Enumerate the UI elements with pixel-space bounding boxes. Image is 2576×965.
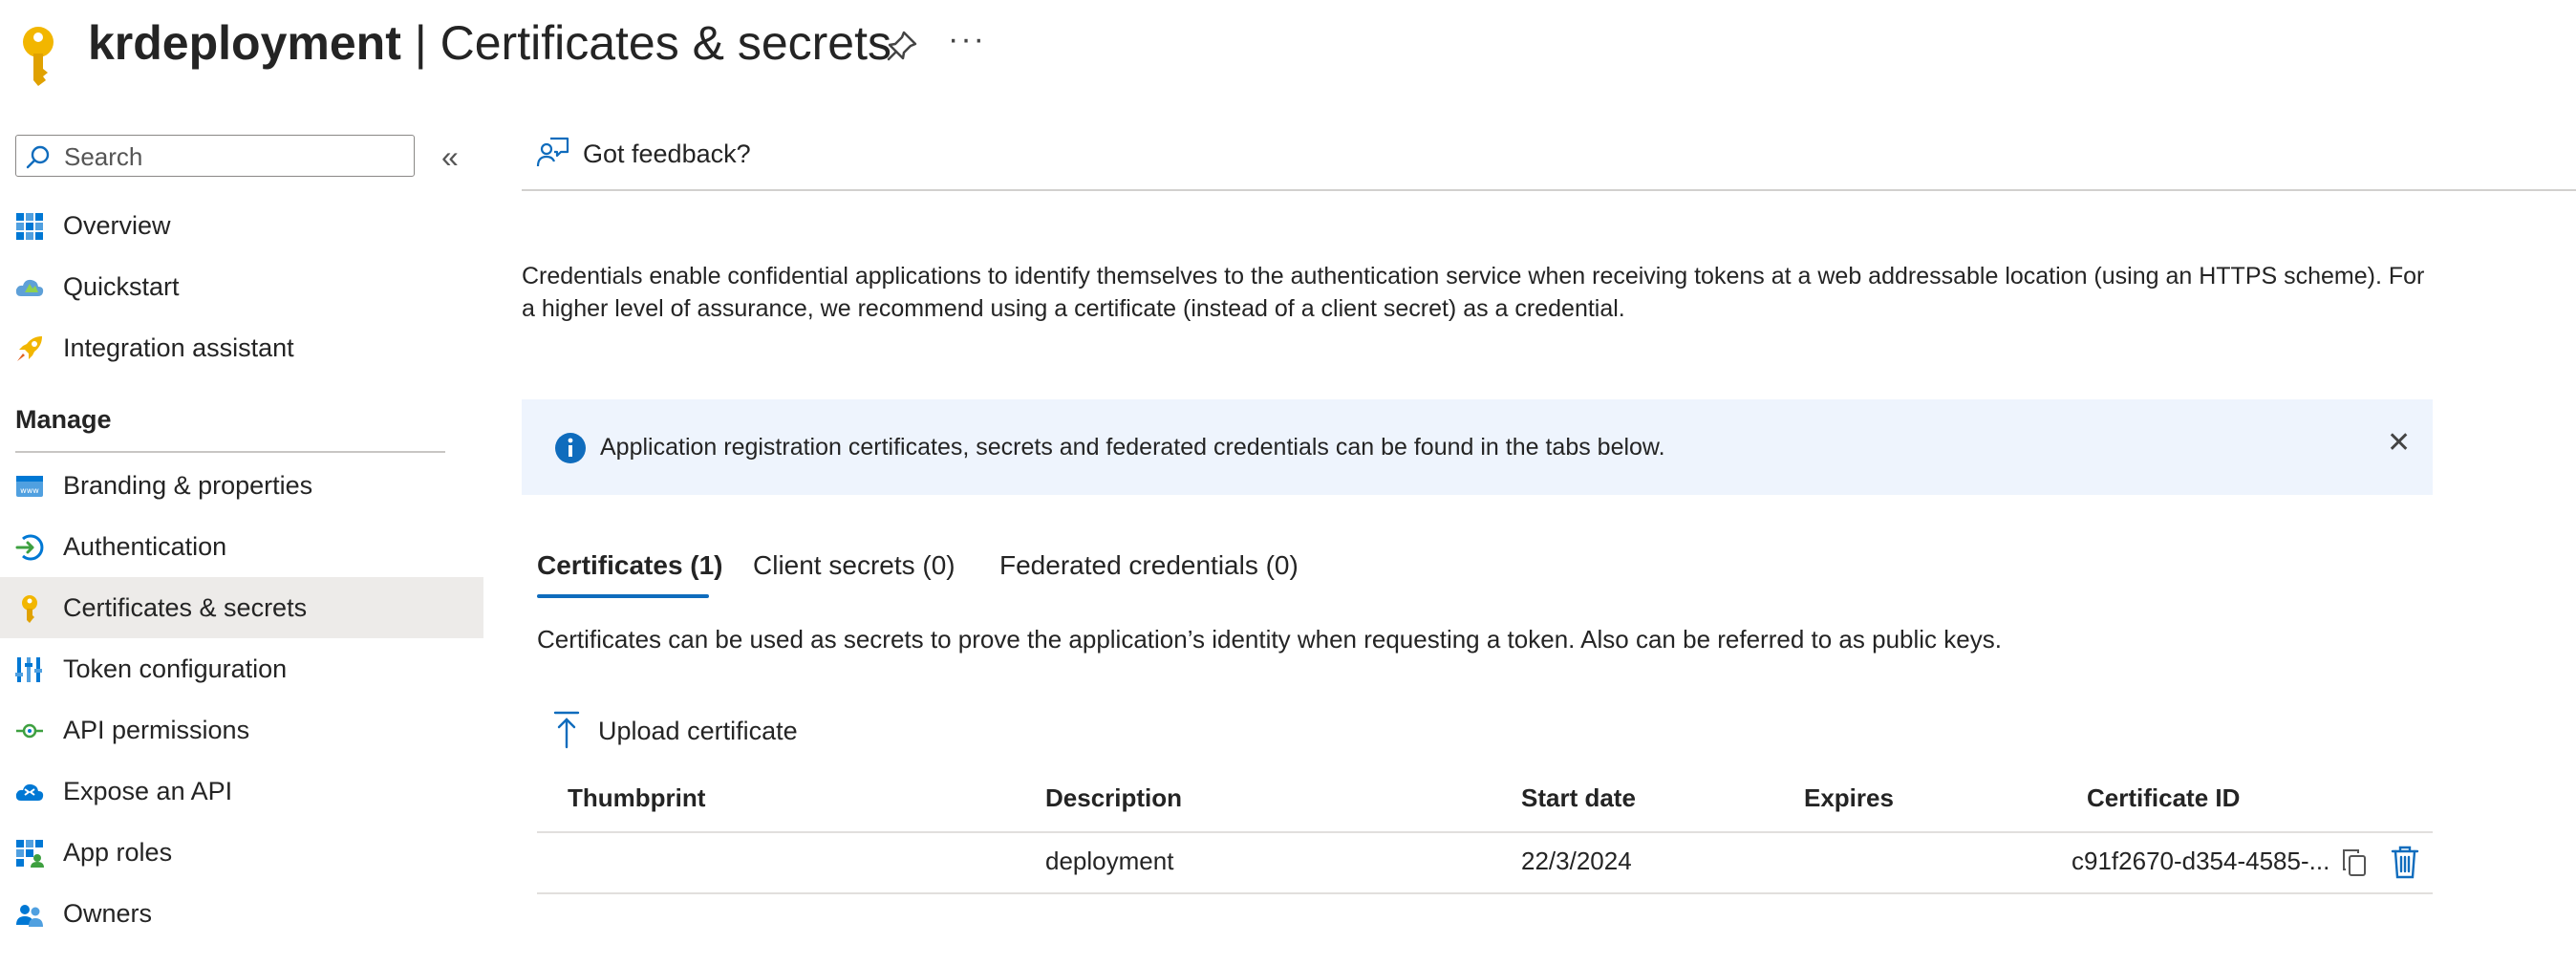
sidebar-item-integration-assistant[interactable]: Integration assistant xyxy=(0,317,483,378)
column-header-description[interactable]: Description xyxy=(1045,783,1182,813)
sidebar-item-quickstart[interactable]: Quickstart xyxy=(0,256,483,317)
search-box[interactable] xyxy=(15,135,415,177)
overview-grid-icon xyxy=(15,212,44,241)
active-tab-indicator xyxy=(537,594,709,598)
sidebar-item-label: Owners xyxy=(63,899,153,928)
svg-text:www: www xyxy=(20,486,39,495)
sidebar-item-owners[interactable]: Owners xyxy=(0,883,483,944)
column-header-thumbprint[interactable]: Thumbprint xyxy=(568,783,705,813)
cell-certificate-id: c91f2670-d354-4585-... xyxy=(2072,847,2330,875)
certificates-description: Certificates can be used as secrets to p… xyxy=(537,625,2002,654)
column-header-certificate-id[interactable]: Certificate ID xyxy=(2087,783,2240,813)
credentials-description: Credentials enable confidential applicat… xyxy=(522,263,2425,322)
page-title: krdeployment | Certificates & secrets xyxy=(88,13,891,73)
title-separator: | xyxy=(400,16,440,70)
got-feedback-button[interactable]: Got feedback? xyxy=(583,139,751,169)
sidebar-item-branding-properties[interactable]: www Branding & properties xyxy=(0,455,483,516)
column-header-start-date[interactable]: Start date xyxy=(1521,783,1636,813)
close-icon[interactable]: ✕ xyxy=(2387,426,2411,460)
sidebar-item-app-roles[interactable]: App roles xyxy=(0,822,483,883)
delete-icon[interactable] xyxy=(2391,845,2419,879)
owners-icon xyxy=(15,900,44,929)
cloud-icon xyxy=(15,273,44,302)
table-row-divider xyxy=(537,892,2433,894)
info-banner-text: Application registration certificates, s… xyxy=(600,434,1665,461)
info-icon xyxy=(554,432,587,464)
app-roles-icon xyxy=(15,839,44,868)
divider xyxy=(522,189,2576,191)
api-permissions-icon xyxy=(15,717,44,745)
cell-description: deployment xyxy=(1045,847,1174,875)
tab-client-secrets[interactable]: Client secrets (0) xyxy=(753,548,955,583)
search-icon xyxy=(26,144,51,169)
sidebar-item-label: Quickstart xyxy=(63,272,180,301)
cell-start-date: 22/3/2024 xyxy=(1521,847,1632,875)
sidebar-item-label: Overview xyxy=(63,211,171,240)
sidebar-item-label: Expose an API xyxy=(63,777,233,805)
token-bars-icon xyxy=(15,655,44,684)
search-input[interactable] xyxy=(62,139,410,174)
column-header-expires[interactable]: Expires xyxy=(1804,783,1894,813)
copy-icon[interactable] xyxy=(2341,848,2368,877)
sidebar-item-label: Token configuration xyxy=(63,654,288,683)
sidebar-item-api-permissions[interactable]: API permissions xyxy=(0,699,483,761)
tab-federated-credentials[interactable]: Federated credentials (0) xyxy=(999,548,1299,583)
sidebar-item-label: Certificates & secrets xyxy=(63,593,308,622)
page-title-text: Certificates & secrets xyxy=(440,16,892,70)
manage-section-label: Manage xyxy=(15,405,112,434)
rocket-icon xyxy=(15,334,44,363)
sidebar-item-label: Branding & properties xyxy=(63,471,313,500)
upload-icon[interactable] xyxy=(552,711,581,749)
divider xyxy=(15,451,445,453)
upload-certificate-button[interactable]: Upload certificate xyxy=(598,717,798,746)
sidebar-item-label: API permissions xyxy=(63,716,250,744)
branding-icon: www xyxy=(15,472,44,501)
info-banner: Application registration certificates, s… xyxy=(522,399,2433,495)
sidebar-item-certificates-secrets[interactable]: Certificates & secrets xyxy=(0,577,483,638)
sidebar-item-overview[interactable]: Overview xyxy=(0,195,483,256)
tab-certificates[interactable]: Certificates (1) xyxy=(537,548,723,583)
pin-icon[interactable] xyxy=(885,29,919,63)
sidebar-item-authentication[interactable]: Authentication xyxy=(0,516,483,577)
sidebar-item-label: Authentication xyxy=(63,532,227,561)
sidebar-item-token-configuration[interactable]: Token configuration xyxy=(0,638,483,699)
table-header-divider xyxy=(537,831,2433,833)
cloud-api-icon xyxy=(15,778,44,806)
key-icon xyxy=(15,594,44,623)
more-options-icon[interactable]: ··· xyxy=(948,21,986,58)
app-key-icon xyxy=(17,25,59,86)
sidebar-item-label: App roles xyxy=(63,838,173,867)
collapse-sidebar-icon[interactable]: « xyxy=(441,139,459,175)
sidebar-item-label: Integration assistant xyxy=(63,333,294,362)
authentication-icon xyxy=(15,533,44,562)
app-name: krdeployment xyxy=(88,16,401,70)
sidebar-item-expose-an-api[interactable]: Expose an API xyxy=(0,761,483,822)
feedback-icon[interactable] xyxy=(535,136,569,170)
